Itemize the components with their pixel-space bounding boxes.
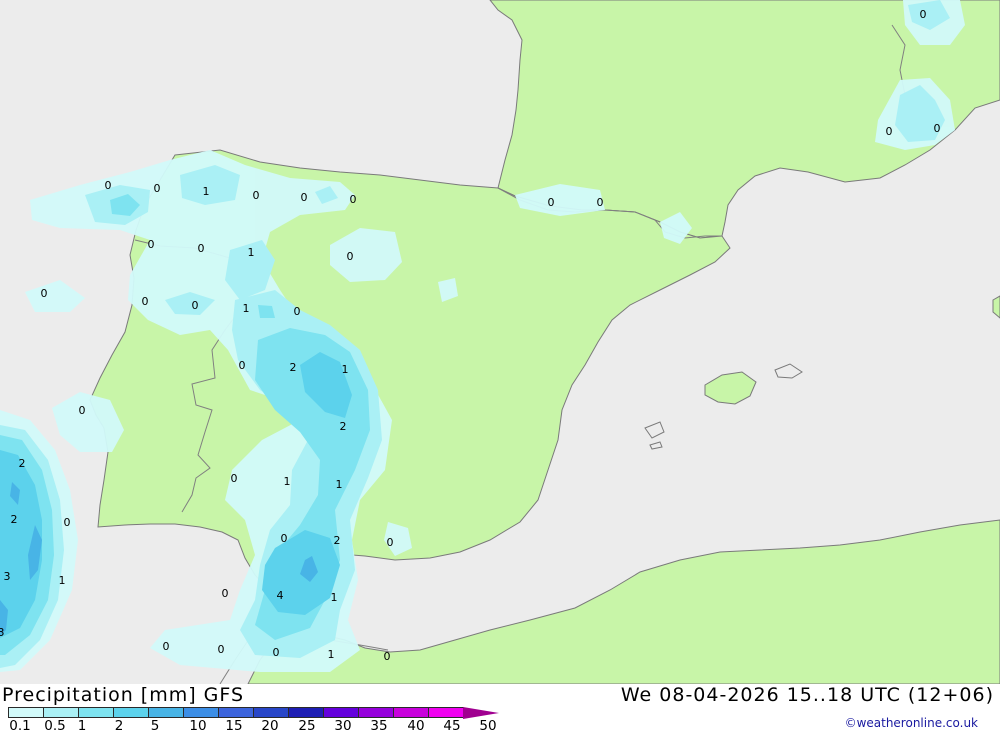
legend-label: 25 xyxy=(298,718,316,734)
precipitation-map: 0 0 1 0 0 0 0 0 0 0 0 0 1 0 0 0 0 0 1 0 … xyxy=(0,0,1000,684)
contour-label: 0 xyxy=(222,587,229,600)
contour-label: 0 xyxy=(218,643,225,656)
contour-label: 3 xyxy=(4,570,11,583)
contour-label: 1 xyxy=(342,363,349,376)
contour-label: 2 xyxy=(334,534,341,547)
contour-label: 1 xyxy=(328,648,335,661)
contour-label: 1 xyxy=(59,574,66,587)
legend-label: 10 xyxy=(189,718,207,734)
contour-label: 0 xyxy=(105,179,112,192)
legend-swatch xyxy=(148,707,184,718)
contour-label: 0 xyxy=(231,472,238,485)
legend-label: 35 xyxy=(370,718,388,734)
legend-swatch xyxy=(78,707,114,718)
contour-label: 0 xyxy=(163,640,170,653)
product-title: Precipitation [mm] GFS xyxy=(2,684,245,706)
legend-swatch xyxy=(218,707,254,718)
contour-label: 0 xyxy=(281,532,288,545)
contour-label: 0 xyxy=(886,125,893,138)
contour-label: 1 xyxy=(331,591,338,604)
contour-label: 2 xyxy=(11,513,18,526)
legend-label: 2 xyxy=(114,718,124,734)
legend-label: 0.1 xyxy=(9,718,31,734)
contour-label: 0 xyxy=(148,238,155,251)
contour-label: 0 xyxy=(294,305,301,318)
legend-swatch xyxy=(8,707,44,718)
legend-swatch xyxy=(43,707,79,718)
contour-label: 0 xyxy=(79,404,86,417)
legend-label: 30 xyxy=(334,718,352,734)
legend-label: 15 xyxy=(225,718,243,734)
contour-label: 0 xyxy=(64,516,71,529)
legend-label: 1 xyxy=(77,718,87,734)
contour-label: 0 xyxy=(273,646,280,659)
contour-label: 1 xyxy=(203,185,210,198)
contour-label: 0 xyxy=(142,295,149,308)
legend-label: 45 xyxy=(443,718,461,734)
valid-time: We 08-04-2026 15..18 UTC (12+06) xyxy=(620,684,994,706)
legend-label: 20 xyxy=(261,718,279,734)
contour-label: 0 xyxy=(387,536,394,549)
contour-label: 1 xyxy=(248,246,255,259)
contour-label: 1 xyxy=(284,475,291,488)
legend-swatch xyxy=(393,707,429,718)
contour-label: 1 xyxy=(336,478,343,491)
contour-label: 0 xyxy=(548,196,555,209)
contour-label: 0 xyxy=(301,191,308,204)
legend-label: 5 xyxy=(150,718,160,734)
contour-label: 2 xyxy=(290,361,297,374)
credit-link[interactable]: ©weatheronline.co.uk xyxy=(845,716,978,730)
legend-label: 0.5 xyxy=(44,718,66,734)
legend-swatch xyxy=(288,707,324,718)
contour-label: 0 xyxy=(347,250,354,263)
legend-label: 50 xyxy=(479,718,497,734)
legend-swatch xyxy=(253,707,289,718)
contour-label: 0 xyxy=(920,8,927,21)
contour-label: 3 xyxy=(0,626,5,639)
contour-label: 0 xyxy=(239,359,246,372)
legend-swatch xyxy=(113,707,149,718)
contour-label: 0 xyxy=(41,287,48,300)
contour-label: 0 xyxy=(350,193,357,206)
contour-label: 0 xyxy=(384,650,391,663)
legend-labels: 0.1 0.5 1 2 5 10 15 20 25 30 35 40 45 50 xyxy=(0,719,560,733)
contour-label: 0 xyxy=(597,196,604,209)
legend-swatch xyxy=(428,707,464,718)
contour-label: 0 xyxy=(198,242,205,255)
contour-label: 4 xyxy=(277,589,284,602)
contour-label: 0 xyxy=(934,122,941,135)
contour-label: 2 xyxy=(19,457,26,470)
legend-swatch xyxy=(183,707,219,718)
contour-label: 2 xyxy=(340,420,347,433)
legend-label: 40 xyxy=(407,718,425,734)
contour-label: 0 xyxy=(154,182,161,195)
legend-swatch xyxy=(323,707,359,718)
legend-swatch xyxy=(358,707,394,718)
contour-label: 0 xyxy=(192,299,199,312)
contour-label: 0 xyxy=(253,189,260,202)
contour-label: 1 xyxy=(243,302,250,315)
